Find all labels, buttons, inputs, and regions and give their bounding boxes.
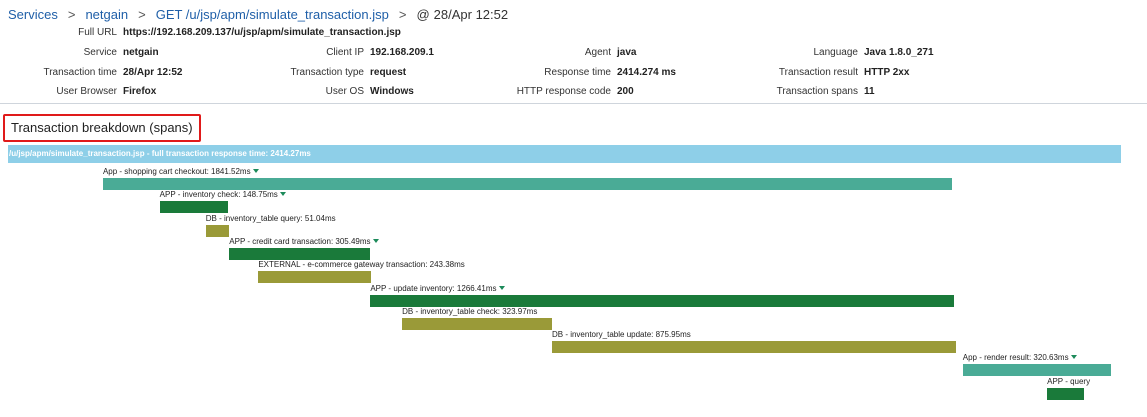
span-label: APP - query [1047, 377, 1090, 387]
service-label: Service [83, 47, 117, 58]
breakdown-title: Transaction breakdown (spans) [3, 114, 201, 142]
span-label-text: DB - inventory_table update: 875.95ms [551, 330, 691, 339]
breadcrumb-transaction-link[interactable]: GET /u/jsp/apm/simulate_transaction.jsp [156, 7, 389, 22]
user-browser-value: Firefox [123, 86, 157, 97]
header-divider [0, 103, 1147, 104]
span-bar[interactable] [962, 364, 1111, 376]
breadcrumb-current: @28/Apr 12:52 [416, 7, 508, 22]
span-label: DB - inventory_table update: 875.95ms [552, 330, 691, 340]
expand-caret-icon[interactable] [372, 239, 379, 243]
response-time-field: Response time 2414.274 ms [495, 67, 676, 78]
http-response-code-label: HTTP response code [516, 86, 611, 97]
span-label: APP - credit card transaction: 305.49ms [229, 237, 379, 247]
breadcrumb: Services > netgain > GET /u/jsp/apm/simu… [8, 7, 508, 22]
span-label: APP - inventory check: 148.75ms [160, 190, 286, 200]
span-label-text: DB - inventory_table query: 51.04ms [205, 214, 336, 223]
span-label-text: DB - inventory_table check: 323.97ms [402, 307, 538, 316]
span-label-text: APP - inventory check: 148.75ms [159, 190, 278, 199]
agent-value: java [617, 47, 637, 58]
service-value: netgain [123, 47, 159, 58]
transaction-spans-field: Transaction spans 11 [740, 86, 875, 97]
full-url-label: Full URL [78, 27, 117, 38]
transaction-time-label: Transaction time [43, 67, 117, 78]
span-label: DB - inventory_table check: 323.97ms [402, 307, 537, 317]
breadcrumb-at-symbol: @ [416, 7, 430, 22]
user-os-label: User OS [325, 86, 364, 97]
span-label-text: App - shopping cart checkout: 1841.52ms [102, 167, 251, 176]
breadcrumb-separator: > [67, 7, 76, 22]
expand-caret-icon[interactable] [1070, 355, 1077, 359]
response-time-value: 2414.274 ms [617, 67, 676, 78]
full-url-value: https://192.168.209.137/u/jsp/apm/simula… [123, 27, 401, 38]
span-label-text: EXTERNAL - e-commerce gateway transactio… [258, 260, 465, 269]
http-response-code-value: 200 [617, 86, 634, 97]
span-label-text: APP - update inventory: 1266.41ms [370, 284, 497, 293]
span-label-text: App - render result: 320.63ms [962, 353, 1069, 362]
span-label: EXTERNAL - e-commerce gateway transactio… [258, 260, 464, 270]
language-field: Language Java 1.8.0_271 [740, 47, 934, 58]
transaction-spans-value: 11 [864, 86, 875, 97]
transaction-result-value: HTTP 2xx [864, 67, 910, 78]
span-label: App - render result: 320.63ms [963, 353, 1077, 363]
transaction-result-label: Transaction result [778, 67, 858, 78]
transaction-time-value: 28/Apr 12:52 [123, 67, 183, 78]
span-bar[interactable] [1047, 388, 1084, 400]
client-ip-label: Client IP [326, 47, 364, 58]
span-bar[interactable] [258, 271, 371, 283]
breadcrumb-service-link[interactable]: netgain [85, 7, 128, 22]
breadcrumb-separator: > [398, 7, 407, 22]
span-bar[interactable] [159, 201, 229, 213]
full-url-field: Full URL https://192.168.209.137/u/jsp/a… [0, 27, 401, 38]
span-bar[interactable] [551, 341, 956, 353]
breadcrumb-services-link[interactable]: Services [8, 7, 58, 22]
user-browser-field: User Browser Firefox [0, 86, 156, 97]
language-label: Language [813, 47, 859, 58]
span-label-text: APP - credit card transaction: 305.49ms [229, 237, 371, 246]
transaction-time-field: Transaction time 28/Apr 12:52 [0, 67, 182, 78]
http-response-code-field: HTTP response code 200 [495, 86, 634, 97]
expand-caret-icon[interactable] [252, 169, 259, 173]
agent-label: Agent [584, 47, 611, 58]
span-bar[interactable] [402, 318, 552, 330]
user-os-value: Windows [370, 86, 414, 97]
span-label: App - shopping cart checkout: 1841.52ms [103, 167, 259, 177]
breadcrumb-separator: > [138, 7, 146, 22]
transaction-spans-label: Transaction spans [776, 86, 858, 97]
breadcrumb-timestamp: 28/Apr 12:52 [433, 7, 509, 22]
span-label: APP - update inventory: 1266.41ms [370, 284, 505, 294]
span-bar[interactable] [102, 178, 952, 190]
user-browser-label: User Browser [56, 86, 117, 97]
transaction-result-field: Transaction result HTTP 2xx [740, 67, 910, 78]
span-label-text: APP - query [1047, 377, 1091, 386]
response-time-label: Response time [544, 67, 611, 78]
expand-caret-icon[interactable] [498, 286, 505, 290]
client-ip-field: Client IP 192.168.209.1 [250, 47, 434, 58]
expand-caret-icon[interactable] [279, 192, 286, 196]
agent-field: Agent java [495, 47, 637, 58]
span-bar[interactable] [229, 248, 371, 260]
service-field: Service netgain [0, 47, 159, 58]
root-transaction-label: /u/jsp/apm/simulate_transaction.jsp - fu… [9, 149, 311, 158]
span-label: DB - inventory_table query: 51.04ms [206, 214, 336, 224]
client-ip-value: 192.168.209.1 [370, 47, 434, 58]
span-bar[interactable] [205, 225, 230, 237]
transaction-type-value: request [370, 67, 407, 78]
user-os-field: User OS Windows [250, 86, 414, 97]
transaction-type-label: Transaction type [290, 67, 364, 78]
span-bar[interactable] [370, 295, 955, 307]
language-value: Java 1.8.0_271 [864, 47, 934, 58]
transaction-type-field: Transaction type request [250, 67, 406, 78]
